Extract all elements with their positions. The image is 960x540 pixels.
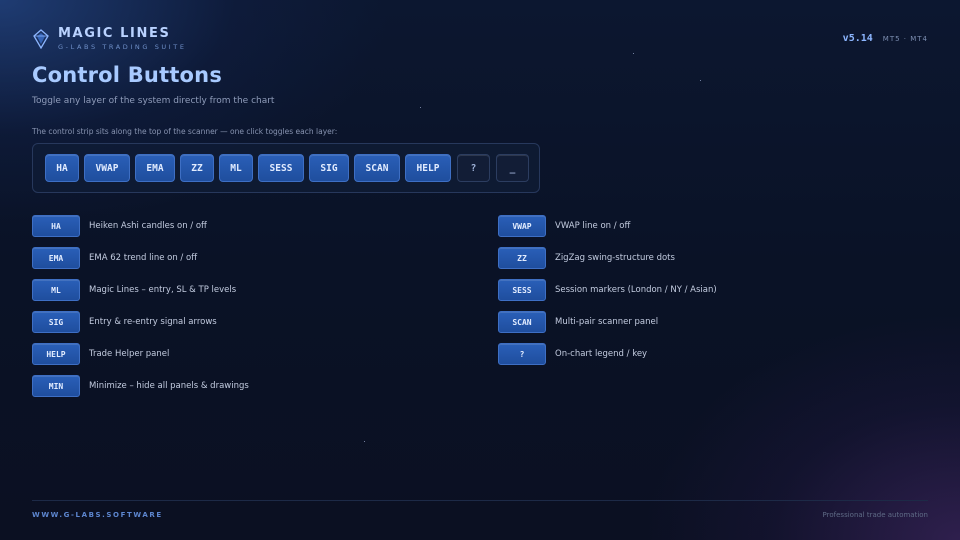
star-dot [633, 53, 634, 54]
key-button-sess[interactable]: SESS [498, 279, 546, 301]
key-description: ZigZag swing-structure dots [555, 253, 675, 263]
key-button-scan[interactable]: SCAN [498, 311, 546, 333]
strip-button-minimize[interactable]: _ [496, 154, 529, 182]
legend-item: SCAN Multi-pair scanner panel [498, 311, 658, 333]
key-button-ml[interactable]: ML [32, 279, 80, 301]
key-description: On-chart legend / key [555, 349, 648, 359]
key-description: Magic Lines – entry, SL & TP levels [89, 285, 237, 295]
star-dot [700, 80, 701, 81]
footer-website-link[interactable]: WWW.G-LABS.SOFTWARE [32, 511, 163, 519]
star-dot [420, 107, 421, 108]
brand: MAGIC LINES G-LABS TRADING SUITE [32, 26, 187, 51]
key-button-sig[interactable]: SIG [32, 311, 80, 333]
legend-item: ? On-chart legend / key [498, 343, 647, 365]
footer-divider [32, 500, 928, 501]
legend-item: SIG Entry & re-entry signal arrows [32, 311, 217, 333]
key-description: Entry & re-entry signal arrows [89, 317, 217, 327]
strip-button-legend[interactable]: ? [457, 154, 490, 182]
key-button-help[interactable]: HELP [32, 343, 80, 365]
legend-item: VWAP VWAP line on / off [498, 215, 630, 237]
legend-item: SESS Session markers (London / NY / Asia… [498, 279, 717, 301]
key-button-min[interactable]: MIN [32, 375, 80, 397]
footer-tagline: Professional trade automation [822, 511, 928, 519]
diamond-logo-icon [33, 28, 49, 49]
key-description: EMA 62 trend line on / off [89, 253, 198, 263]
page-subtitle: Toggle any layer of the system directly … [32, 96, 275, 106]
key-description: Trade Helper panel [89, 349, 170, 359]
key-description: Multi-pair scanner panel [555, 317, 659, 327]
star-dot [364, 441, 365, 442]
legend-item: HELP Trade Helper panel [32, 343, 169, 365]
control-strip: HA VWAP EMA ZZ ML SESS SIG SCAN HELP ? _ [32, 143, 540, 193]
strip-button-zz[interactable]: ZZ [180, 154, 214, 182]
key-button-vwap[interactable]: VWAP [498, 215, 546, 237]
strip-button-ha[interactable]: HA [45, 154, 79, 182]
strip-button-ml[interactable]: ML [219, 154, 253, 182]
brand-title: MAGIC LINES [58, 26, 171, 41]
legend-item: ML Magic Lines – entry, SL & TP levels [32, 279, 236, 301]
strip-button-vwap[interactable]: VWAP [84, 154, 130, 182]
strip-button-sess[interactable]: SESS [258, 154, 304, 182]
strip-caption: The control strip sits along the top of … [32, 127, 338, 136]
key-description: Minimize – hide all panels & drawings [89, 381, 249, 391]
key-button-legend[interactable]: ? [498, 343, 546, 365]
legend-item: ZZ ZigZag swing-structure dots [498, 247, 675, 269]
key-button-ema[interactable]: EMA [32, 247, 80, 269]
strip-button-ema[interactable]: EMA [135, 154, 175, 182]
legend-item: HA Heiken Ashi candles on / off [32, 215, 207, 237]
strip-button-scan[interactable]: SCAN [354, 154, 400, 182]
key-description: VWAP line on / off [555, 221, 631, 231]
brand-subtitle: G-LABS TRADING SUITE [58, 43, 187, 51]
legend-item: EMA EMA 62 trend line on / off [32, 247, 197, 269]
key-button-ha[interactable]: HA [32, 215, 80, 237]
key-description: Session markers (London / NY / Asian) [555, 285, 717, 295]
platform-label: MT5 · MT4 [882, 35, 928, 43]
page-title: Control Buttons [32, 63, 223, 87]
legend-item: MIN Minimize – hide all panels & drawing… [32, 375, 249, 397]
strip-button-sig[interactable]: SIG [309, 154, 349, 182]
key-description: Heiken Ashi candles on / off [89, 221, 207, 231]
version-number: v5.14 [842, 33, 873, 44]
key-button-zz[interactable]: ZZ [498, 247, 546, 269]
strip-button-help[interactable]: HELP [405, 154, 451, 182]
version-info: v5.14 MT5 · MT4 [843, 33, 928, 44]
